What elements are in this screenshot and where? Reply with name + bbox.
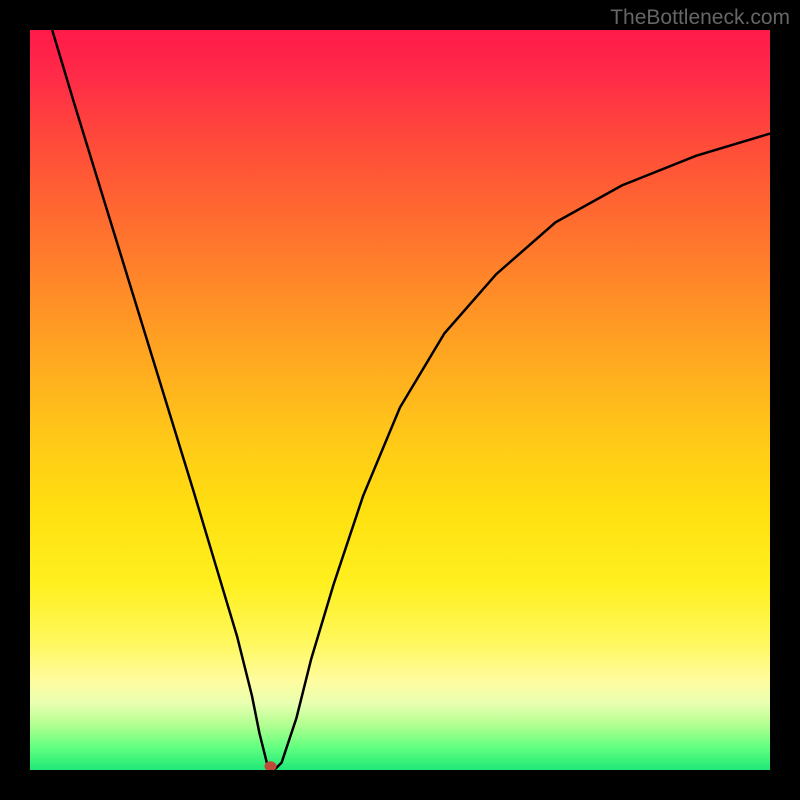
watermark-text: TheBottleneck.com xyxy=(610,6,790,30)
chart-plot-area xyxy=(30,30,770,770)
bottleneck-curve xyxy=(30,30,770,770)
